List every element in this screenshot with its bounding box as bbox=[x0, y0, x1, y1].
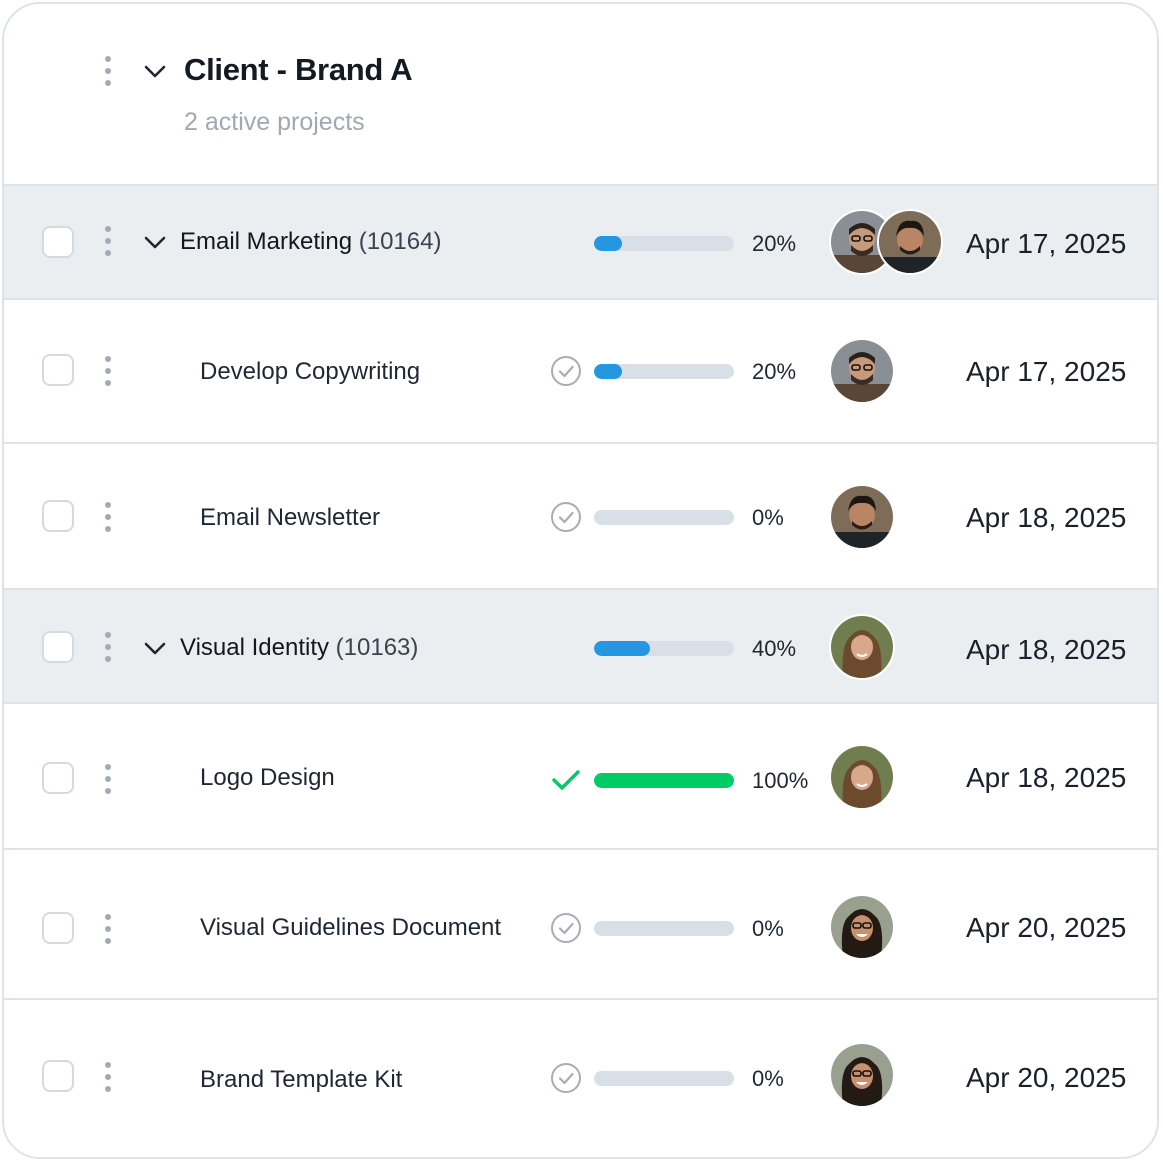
assignee-avatars[interactable] bbox=[829, 1042, 895, 1108]
row-checkbox[interactable] bbox=[42, 762, 74, 794]
progress-fill bbox=[594, 641, 650, 656]
client-title: Client - Brand A bbox=[184, 52, 413, 87]
kebab-menu-icon[interactable] bbox=[104, 226, 112, 256]
assignee-avatars[interactable] bbox=[829, 209, 949, 275]
progress-percent: 0% bbox=[752, 916, 784, 941]
progress-percent: 100% bbox=[752, 768, 809, 793]
row-checkbox[interactable] bbox=[42, 1060, 74, 1092]
progress-bar bbox=[594, 236, 734, 251]
circle-check-icon[interactable] bbox=[550, 501, 582, 533]
due-date: Apr 18, 2025 bbox=[966, 634, 1127, 665]
progress-percent: 20% bbox=[752, 231, 797, 256]
progress-percent: 40% bbox=[752, 636, 797, 661]
kebab-menu-icon[interactable] bbox=[104, 632, 112, 662]
due-date: Apr 17, 2025 bbox=[966, 228, 1127, 259]
group-row-email-marketing[interactable]: Email Marketing (10164) 20% Apr 17, 2025 bbox=[4, 186, 1157, 300]
assignee-avatars[interactable] bbox=[829, 744, 895, 810]
group-name[interactable]: Email Marketing (10164) bbox=[180, 228, 441, 256]
client-subtitle: 2 active projects bbox=[184, 108, 365, 136]
assignee-avatars[interactable] bbox=[829, 484, 895, 550]
avatar[interactable] bbox=[829, 338, 895, 404]
progress-percent: 20% bbox=[752, 359, 797, 384]
due-date: Apr 20, 2025 bbox=[966, 912, 1127, 943]
circle-check-icon[interactable] bbox=[550, 355, 582, 387]
kebab-menu-icon[interactable] bbox=[104, 502, 112, 532]
task-row[interactable]: Visual Guidelines Document 0% Apr 20, 20… bbox=[4, 850, 1157, 1000]
client-card: Client - Brand A 2 active projects Email… bbox=[2, 2, 1159, 1159]
client-header: Client - Brand A 2 active projects bbox=[4, 4, 1157, 186]
progress-bar bbox=[594, 921, 734, 936]
kebab-menu-icon[interactable] bbox=[104, 764, 112, 794]
avatar[interactable] bbox=[829, 744, 895, 810]
group-row-visual-identity[interactable]: Visual Identity (10163) 40% Apr 18, 2025 bbox=[4, 590, 1157, 704]
progress-fill bbox=[594, 236, 622, 251]
row-checkbox[interactable] bbox=[42, 226, 74, 258]
task-name[interactable]: Visual Guidelines Document bbox=[200, 914, 501, 942]
avatar[interactable] bbox=[829, 1042, 895, 1108]
due-date: Apr 18, 2025 bbox=[966, 762, 1127, 793]
row-checkbox[interactable] bbox=[42, 354, 74, 386]
progress-fill bbox=[594, 773, 734, 788]
avatar[interactable] bbox=[877, 209, 943, 275]
avatar[interactable] bbox=[829, 894, 895, 960]
chevron-down-icon[interactable] bbox=[144, 236, 166, 250]
task-name[interactable]: Email Newsletter bbox=[200, 504, 380, 532]
kebab-menu-icon[interactable] bbox=[104, 1062, 112, 1092]
kebab-menu-icon[interactable] bbox=[104, 356, 112, 386]
progress-bar bbox=[594, 364, 734, 379]
kebab-menu-icon[interactable] bbox=[104, 56, 112, 86]
due-date: Apr 20, 2025 bbox=[966, 1062, 1127, 1093]
progress-bar bbox=[594, 1071, 734, 1086]
task-name[interactable]: Develop Copywriting bbox=[200, 358, 420, 386]
task-row[interactable]: Develop Copywriting 20% Apr 17, 2025 bbox=[4, 300, 1157, 444]
task-name[interactable]: Brand Template Kit bbox=[200, 1066, 402, 1094]
progress-bar bbox=[594, 773, 734, 788]
row-checkbox[interactable] bbox=[42, 500, 74, 532]
chevron-down-icon[interactable] bbox=[144, 65, 166, 79]
row-checkbox[interactable] bbox=[42, 631, 74, 663]
progress-percent: 0% bbox=[752, 505, 784, 530]
assignee-avatars[interactable] bbox=[829, 894, 895, 960]
progress-bar bbox=[594, 641, 734, 656]
circle-check-icon[interactable] bbox=[550, 1062, 582, 1094]
progress-fill bbox=[594, 364, 622, 379]
task-row[interactable]: Brand Template Kit 0% Apr 20, 2025 bbox=[4, 1000, 1157, 1157]
task-name[interactable]: Logo Design bbox=[200, 764, 335, 792]
progress-bar bbox=[594, 510, 734, 525]
assignee-avatars[interactable] bbox=[829, 338, 895, 404]
due-date: Apr 18, 2025 bbox=[966, 502, 1127, 533]
task-row[interactable]: Email Newsletter 0% Apr 18, 2025 bbox=[4, 444, 1157, 590]
kebab-menu-icon[interactable] bbox=[104, 914, 112, 944]
avatar[interactable] bbox=[829, 614, 895, 680]
group-id: (10164) bbox=[358, 228, 442, 255]
progress-percent: 0% bbox=[752, 1066, 784, 1091]
avatar[interactable] bbox=[829, 484, 895, 550]
assignee-avatars[interactable] bbox=[829, 614, 895, 680]
task-row[interactable]: Logo Design 100% Apr 18, 2025 bbox=[4, 704, 1157, 850]
row-checkbox[interactable] bbox=[42, 912, 74, 944]
due-date: Apr 17, 2025 bbox=[966, 356, 1127, 387]
circle-check-icon[interactable] bbox=[550, 912, 582, 944]
checkmark-icon[interactable] bbox=[550, 764, 582, 796]
chevron-down-icon[interactable] bbox=[144, 642, 166, 656]
group-id: (10163) bbox=[335, 634, 419, 661]
group-name[interactable]: Visual Identity (10163) bbox=[180, 634, 418, 662]
